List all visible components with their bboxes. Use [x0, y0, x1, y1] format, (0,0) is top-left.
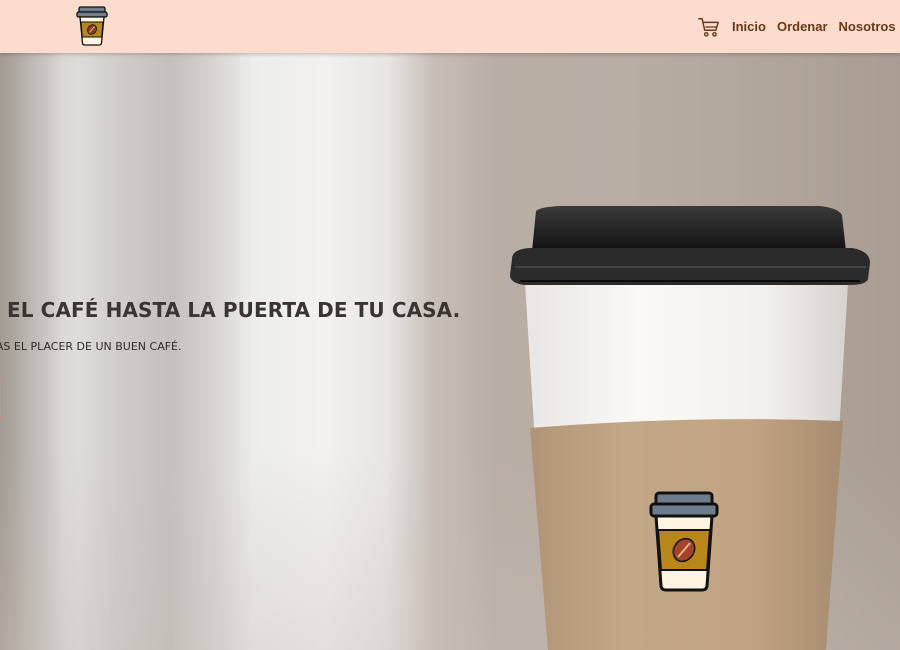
- hero-section: EL CAFÉ HASTA LA PUERTA DE TU CASA. TAS …: [0, 53, 900, 650]
- hero-headline: EL CAFÉ HASTA LA PUERTA DE TU CASA.: [7, 298, 461, 322]
- nav-link-nosotros[interactable]: Nosotros: [839, 19, 896, 34]
- nav-links: Inicio Ordenar Nosotros Co: [698, 0, 900, 53]
- cart-icon[interactable]: [698, 16, 720, 38]
- navbar: Inicio Ordenar Nosotros Co: [0, 0, 900, 53]
- nav-link-ordenar[interactable]: Ordenar: [777, 19, 828, 34]
- hero-cta-button[interactable]: [0, 378, 2, 418]
- hero-subheadline: TAS EL PLACER DE UN BUEN CAFÉ.: [0, 340, 182, 353]
- nav-link-inicio[interactable]: Inicio: [732, 19, 766, 34]
- cup-sticker-logo-icon: [649, 491, 719, 592]
- coffee-cup-logo-icon[interactable]: [76, 4, 108, 46]
